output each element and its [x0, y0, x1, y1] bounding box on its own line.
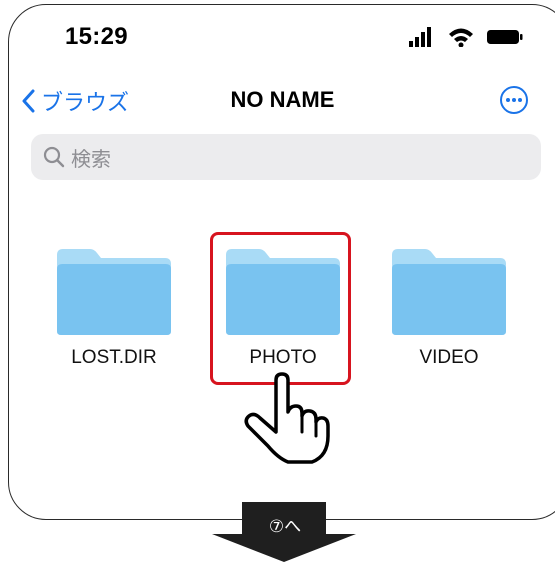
- search-placeholder: 検索: [71, 146, 111, 171]
- folder-icon: [226, 249, 340, 335]
- search-field[interactable]: 検索: [31, 134, 541, 180]
- folder-label: PHOTO: [249, 347, 317, 368]
- folder-lost-dir[interactable]: LOST.DIR: [49, 247, 179, 369]
- folder-photo[interactable]: PHOTO: [218, 247, 348, 369]
- status-time: 15:29: [65, 23, 128, 50]
- cellular-signal-icon: [409, 27, 431, 47]
- ellipsis-circle-icon[interactable]: [499, 85, 529, 115]
- tap-hand-icon: [244, 372, 330, 464]
- battery-icon: [487, 30, 523, 44]
- folder-label: VIDEO: [419, 347, 479, 368]
- next-step-label: ⑦へ: [268, 517, 302, 537]
- folder-label: LOST.DIR: [71, 347, 157, 368]
- status-icons: [409, 27, 523, 47]
- search-icon: [43, 146, 65, 168]
- wifi-icon: [449, 28, 473, 47]
- folder-icon: [392, 249, 506, 335]
- page-title: NO NAME: [230, 87, 335, 112]
- folder-video[interactable]: VIDEO: [384, 247, 514, 369]
- folder-icon: [57, 249, 171, 335]
